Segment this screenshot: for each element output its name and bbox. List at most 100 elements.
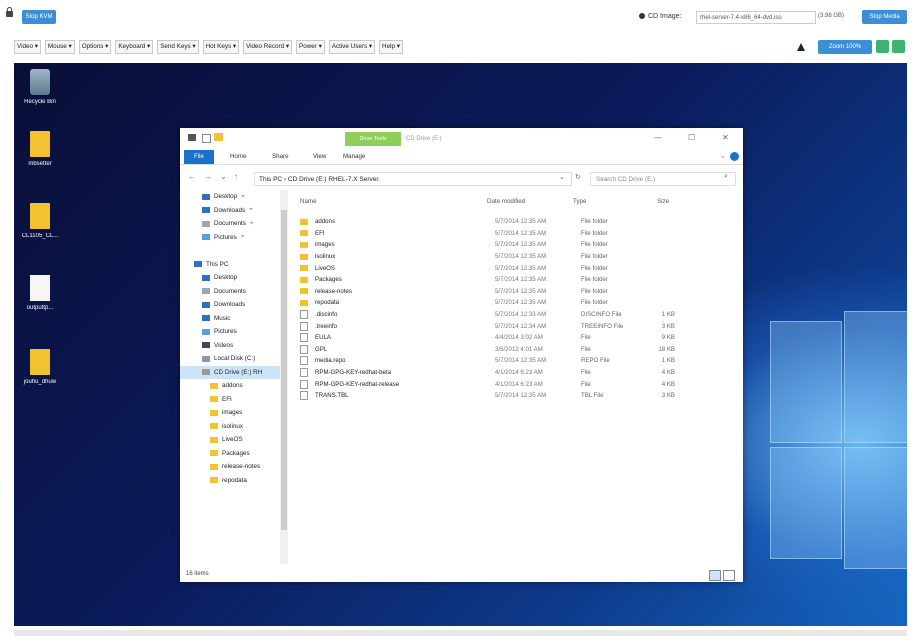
disk-icon (202, 355, 210, 362)
drive-tools-tab[interactable]: Drive Tools (345, 132, 401, 146)
nav-item[interactable]: isolinux (180, 420, 288, 434)
column-size[interactable]: Size (657, 198, 669, 205)
maximize-icon[interactable]: ☐ (688, 133, 695, 142)
nav-item[interactable]: addons (180, 379, 288, 393)
file-row[interactable]: images 5/7/2014 12:35 AM File folder (300, 239, 740, 251)
file-row[interactable]: media.repo 5/7/2014 12:35 AM REPO File 1 KB (300, 355, 740, 367)
stop-kvm-button[interactable]: Stop KVM (22, 10, 56, 24)
tab-home[interactable]: Home (230, 153, 247, 160)
menu-item[interactable]: Power ▾ (296, 40, 325, 54)
menu-item[interactable]: Options ▾ (78, 40, 112, 54)
navigation-pane[interactable]: Desktop ⌖ Downloads ⌖ Documents ⌖ Pictures ⌖ Thi… (180, 190, 288, 568)
nav-scrollbar[interactable] (280, 190, 288, 564)
status-bar: 16 items (180, 568, 743, 582)
file-list[interactable]: addons 5/7/2014 12:35 AM File folder EFI 5/7… (300, 216, 740, 402)
forward-icon[interactable]: → (204, 172, 212, 181)
zoom-button[interactable]: Zoom 100% (818, 40, 872, 54)
file-row[interactable]: TRANS.TBL 5/7/2014 12:35 AM TBL File 3 KB (300, 390, 740, 402)
file-explorer-window[interactable]: Drive Tools CD Drive (E:) — ☐ ✕ File Hom… (180, 128, 743, 582)
properties-icon[interactable] (202, 134, 211, 143)
file-row[interactable]: EULA 4/4/2014 3:02 AM File 9 KB (300, 332, 740, 344)
file-row[interactable]: Packages 5/7/2014 12:35 AM File folder (300, 274, 740, 286)
new-folder-icon[interactable] (214, 133, 223, 141)
nav-item[interactable]: EFI (180, 393, 288, 407)
nav-item[interactable]: images (180, 406, 288, 420)
file-row[interactable]: addons 5/7/2014 12:35 AM File folder (300, 216, 740, 228)
menu-item[interactable]: Video Record ▾ (243, 40, 293, 54)
file-row[interactable]: LiveOS 5/7/2014 12:35 AM File folder (300, 262, 740, 274)
menu-item[interactable]: Mouse ▾ (44, 40, 75, 54)
menu-item[interactable]: Send Keys ▾ (157, 40, 199, 54)
address-bar[interactable]: This PC › CD Drive (E:) RHEL-7.X Server. (254, 172, 572, 186)
column-date[interactable]: Date modified (487, 198, 525, 205)
nav-item[interactable]: Music (180, 312, 288, 326)
menu-item[interactable]: Keyboard ▾ (115, 40, 154, 54)
column-name[interactable]: Name (300, 198, 317, 205)
close-icon[interactable]: ✕ (722, 133, 729, 142)
refresh-icon[interactable]: ↻ (575, 173, 581, 181)
search-input[interactable]: Search CD Drive (E:) (590, 172, 736, 186)
file-row[interactable]: isolinux 5/7/2014 12:35 AM File folder (300, 251, 740, 263)
tab-view[interactable]: View (313, 153, 326, 160)
tab-file[interactable]: File (184, 150, 214, 164)
menu-item[interactable]: Video ▾ (14, 40, 41, 54)
warning-icon[interactable] (797, 43, 805, 51)
stop-media-button[interactable]: Stop Media (862, 10, 907, 24)
desktop-icon-item[interactable]: mbsetter (14, 131, 70, 167)
nav-item[interactable]: Pictures (180, 325, 288, 339)
nav-item[interactable]: LiveOS (180, 433, 288, 447)
desktop-icon-item[interactable]: Recycle Bin (14, 69, 70, 105)
tab-manage[interactable]: Manage (343, 153, 365, 160)
details-view-icon[interactable] (709, 570, 721, 581)
nav-item[interactable]: Downloads ⌖ (180, 204, 288, 218)
desktop-icon-item[interactable]: jouhu_dhuw (14, 349, 70, 385)
window-titlebar[interactable]: Drive Tools CD Drive (E:) — ☐ ✕ (180, 128, 743, 149)
cd-image-field[interactable]: rhel-server-7.4-x86_64-dvd.iso (696, 11, 816, 24)
tab-share[interactable]: Share (272, 153, 289, 160)
nav-item[interactable]: Packages (180, 447, 288, 461)
pc-icon (194, 261, 202, 268)
help-icon[interactable] (730, 152, 739, 161)
scrollbar-thumb[interactable] (281, 210, 287, 530)
file-row[interactable]: release-notes 5/7/2014 12:35 AM File folde… (300, 286, 740, 298)
file-row[interactable]: .treeinfo 5/7/2014 12:34 AM TREEINFO File 3… (300, 320, 740, 332)
nav-item[interactable]: Local Disk (C:) (180, 352, 288, 366)
nav-item[interactable]: CD Drive (E:) RH (180, 365, 288, 379)
nav-item[interactable]: Videos (180, 339, 288, 353)
expand-ribbon-icon[interactable]: ⌄ (720, 152, 726, 160)
file-row[interactable]: RPM-GPG-KEY-redhat-release 4/1/2014 6:23 … (300, 378, 740, 390)
fullscreen-icon[interactable] (876, 40, 889, 53)
nav-item[interactable]: Downloads (180, 298, 288, 312)
column-type[interactable]: Type (573, 198, 586, 205)
file-row[interactable]: .discinfo 5/7/2014 12:33 AM DISCINFO File 1… (300, 309, 740, 321)
recent-locations-icon[interactable]: ⌄ (220, 172, 227, 181)
up-icon[interactable]: ↑ (234, 172, 238, 181)
file-name: TRANS.TBL (315, 392, 349, 400)
nav-item[interactable]: Documents ⌖ (180, 217, 288, 231)
nav-item[interactable]: Pictures ⌖ (180, 231, 288, 245)
desktop-icon-item[interactable]: CL1105_CL... (14, 203, 70, 239)
menu-item[interactable]: Help ▾ (379, 40, 403, 54)
address-dropdown-icon[interactable]: ⌄ (559, 173, 565, 181)
file-row[interactable]: EFI 5/7/2014 12:35 AM File folder (300, 228, 740, 240)
minimize-icon[interactable]: — (654, 133, 662, 142)
back-icon[interactable]: ← (188, 172, 196, 181)
menu-item[interactable]: Active Users ▾ (328, 40, 376, 54)
nav-item[interactable]: Documents (180, 285, 288, 299)
lock-keyboard-icon[interactable] (892, 40, 905, 53)
file-icon (300, 391, 308, 401)
nav-item[interactable]: This PC (180, 258, 288, 272)
menu-item[interactable]: Hot Keys ▾ (202, 40, 240, 54)
horizontal-scrollbar[interactable] (14, 630, 907, 636)
nav-item[interactable]: Desktop ⌖ (180, 190, 288, 204)
nav-item[interactable]: repodata (180, 474, 288, 488)
windows-logo-pane (844, 311, 907, 443)
large-icons-view-icon[interactable] (723, 570, 735, 581)
desktop-icon-item[interactable]: outputtp... (14, 275, 70, 311)
nav-item[interactable]: release-notes (180, 460, 288, 474)
file-row[interactable]: RPM-GPG-KEY-redhat-beta 4/1/2014 6:23 AM F… (300, 367, 740, 379)
file-row[interactable]: repodata 5/7/2014 12:35 AM File folder (300, 297, 740, 309)
file-row[interactable]: GPL 3/8/2012 4:01 AM File 18 KB (300, 344, 740, 356)
nav-item[interactable]: Desktop (180, 271, 288, 285)
documents-icon (202, 220, 210, 227)
